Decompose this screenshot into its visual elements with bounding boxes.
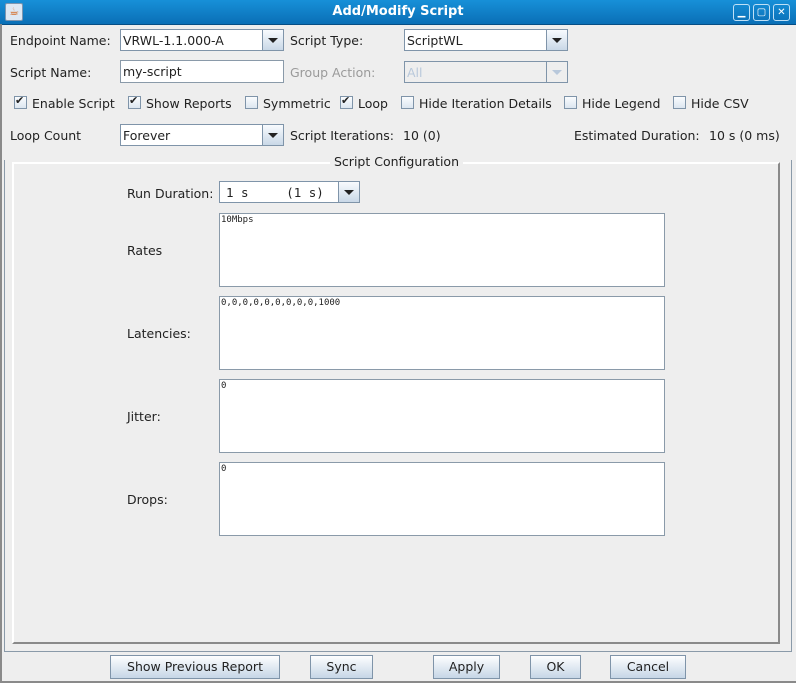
chevron-down-icon[interactable] — [262, 125, 283, 145]
run-duration-label: Run Duration: — [127, 186, 214, 201]
latencies-label: Latencies: — [127, 326, 191, 341]
drops-label: Drops: — [127, 492, 168, 507]
endpoint-name-select[interactable]: VRWL-1.1.000-A — [120, 29, 284, 51]
maximize-icon[interactable]: ▢ — [753, 4, 770, 21]
ok-button[interactable]: OK — [530, 655, 581, 679]
script-iterations-value: 10 (0) — [403, 128, 441, 143]
symmetric-checkbox[interactable]: Symmetric — [245, 96, 331, 112]
drops-textarea[interactable]: 0 — [219, 462, 665, 536]
enable-script-checkbox[interactable]: Enable Script — [14, 94, 115, 112]
run-duration-select[interactable]: 1 s (1 s) — [219, 181, 360, 203]
checkbox-label: Symmetric — [263, 96, 331, 111]
close-icon[interactable]: ✕ — [773, 4, 790, 21]
drops-value: 0 — [221, 464, 227, 474]
checkbox-unchecked-icon[interactable] — [245, 96, 258, 109]
script-iterations-label: Script Iterations: — [290, 128, 394, 143]
checkbox-label: Hide CSV — [691, 96, 749, 111]
latencies-value: 0,0,0,0,0,0,0,0,0,1000 — [221, 298, 341, 308]
loop-count-label: Loop Count — [10, 128, 82, 143]
estimated-duration-value: 10 s (0 ms) — [709, 128, 780, 143]
checkbox-label: Loop — [358, 96, 388, 111]
sync-button[interactable]: Sync — [310, 655, 373, 679]
script-name-input[interactable]: my-script — [120, 60, 284, 83]
chevron-down-icon[interactable] — [338, 182, 359, 202]
checkbox-checked-icon[interactable] — [14, 94, 27, 109]
minimize-icon[interactable]: ▁ — [733, 4, 750, 21]
checkbox-label: Hide Iteration Details — [419, 96, 552, 111]
rates-textarea[interactable]: 10Mbps — [219, 213, 665, 287]
script-type-value: ScriptWL — [407, 33, 463, 48]
loop-checkbox[interactable]: Loop — [340, 94, 388, 112]
checkbox-unchecked-icon[interactable] — [401, 96, 414, 109]
chevron-down-icon[interactable] — [262, 30, 283, 50]
checkbox-label: Enable Script — [32, 96, 115, 111]
script-name-value: my-script — [123, 64, 182, 79]
script-type-select[interactable]: ScriptWL — [404, 29, 568, 51]
loop-count-select[interactable]: Forever — [120, 124, 284, 146]
chevron-down-icon — [546, 62, 567, 82]
cancel-button[interactable]: Cancel — [610, 655, 686, 679]
jitter-textarea[interactable]: 0 — [219, 379, 665, 453]
estimated-duration-label: Estimated Duration: — [574, 128, 700, 143]
chevron-down-icon[interactable] — [546, 30, 567, 50]
checkbox-label: Hide Legend — [582, 96, 661, 111]
checkbox-unchecked-icon[interactable] — [673, 96, 686, 109]
group-action-select: All — [404, 61, 568, 83]
group-action-label: Group Action: — [290, 65, 376, 80]
loop-count-value: Forever — [123, 128, 171, 143]
endpoint-name-value: VRWL-1.1.000-A — [123, 33, 224, 48]
script-type-label: Script Type: — [290, 33, 364, 48]
hide-iteration-details-checkbox[interactable]: Hide Iteration Details — [401, 96, 552, 112]
rates-value: 10Mbps — [221, 215, 254, 225]
hide-legend-checkbox[interactable]: Hide Legend — [564, 96, 660, 112]
endpoint-name-label: Endpoint Name: — [10, 33, 111, 48]
checkbox-unchecked-icon[interactable] — [564, 96, 577, 109]
jitter-label: Jitter: — [127, 409, 161, 424]
checkbox-label: Show Reports — [146, 96, 232, 111]
latencies-textarea[interactable]: 0,0,0,0,0,0,0,0,0,1000 — [219, 296, 665, 370]
group-action-value: All — [407, 65, 423, 80]
checkbox-checked-icon[interactable] — [340, 94, 353, 109]
checkbox-checked-icon[interactable] — [128, 94, 141, 109]
run-duration-value: 1 s (1 s) — [226, 185, 324, 200]
script-configuration-title: Script Configuration — [330, 154, 463, 169]
rates-label: Rates — [127, 243, 163, 258]
apply-button[interactable]: Apply — [433, 655, 500, 679]
show-previous-report-button[interactable]: Show Previous Report — [110, 655, 280, 679]
hide-csv-checkbox[interactable]: Hide CSV — [673, 96, 749, 112]
window-title: Add/Modify Script — [332, 4, 464, 19]
show-reports-checkbox[interactable]: Show Reports — [128, 94, 232, 112]
script-name-label: Script Name: — [10, 65, 92, 80]
jitter-value: 0 — [221, 381, 227, 391]
